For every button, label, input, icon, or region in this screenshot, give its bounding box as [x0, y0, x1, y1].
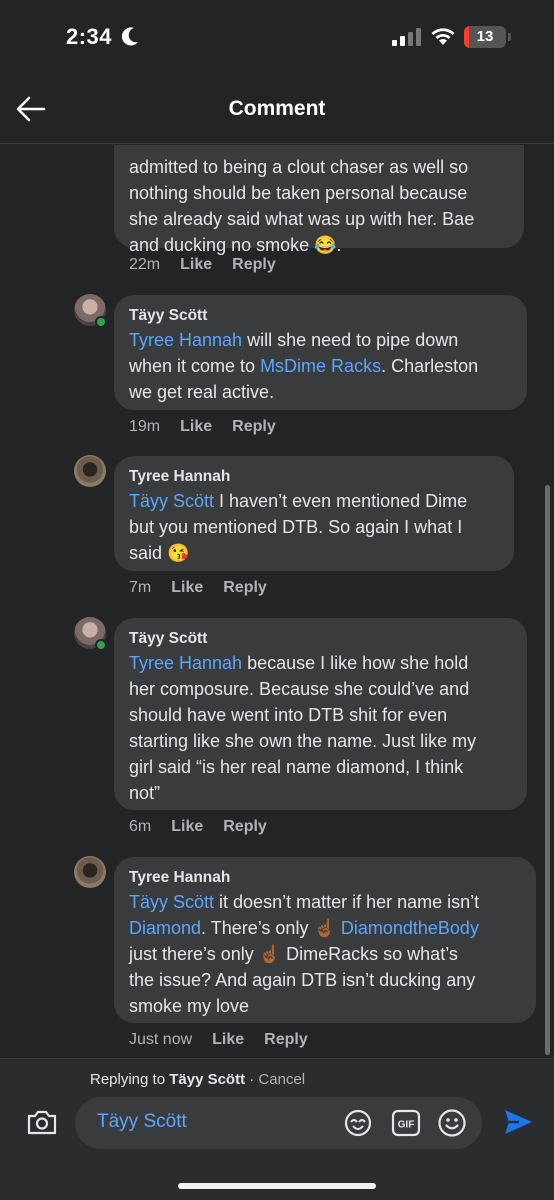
comment-text: will she need to pipe down	[242, 330, 459, 350]
comment-text-line: and ducking no smoke 😂.	[129, 235, 342, 255]
comment-text: . There’s only ☝🏾	[201, 918, 341, 938]
comment-author[interactable]: Tyree Hannah	[129, 867, 521, 889]
comment-text-line: but you mentioned DTB. So again I what I	[129, 517, 463, 537]
comment-text-line: her composure. Because she could’ve and	[129, 679, 470, 699]
svg-text:GIF: GIF	[398, 1120, 415, 1131]
header: Comment	[0, 72, 554, 144]
battery-percent: 13	[476, 28, 494, 45]
comment-actions: 19m Like Reply	[129, 418, 276, 436]
comment-text: I haven’t even mentioned Dime	[214, 491, 468, 511]
status-bar: 2:34 13	[0, 0, 554, 72]
comment-text-line: Tyree Hannah will she need to pipe down	[129, 327, 512, 353]
comment-text-line: girl said “is her real name diamond, I t…	[129, 757, 464, 777]
comment-text-line: admitted to being a clout chaser as well…	[129, 157, 469, 177]
mention-link[interactable]: Tyree Hannah	[129, 653, 242, 673]
avatar-sticker-icon[interactable]	[343, 1108, 373, 1138]
avatar[interactable]	[74, 856, 106, 888]
moon-icon	[122, 27, 138, 46]
replying-to-name: Täyy Scött	[169, 1071, 246, 1088]
cellular-signal-icon	[392, 28, 421, 46]
comment-actions: Just now Like Reply	[129, 1031, 308, 1049]
comment-text-line: just there’s only ☝🏾 DimeRacks so what’s	[129, 944, 458, 964]
comment-text-line: smoke my love	[129, 996, 250, 1016]
comment-text-line: Täyy Scött it doesn’t matter if her name…	[129, 889, 521, 915]
comment-text-line: not”	[129, 783, 161, 803]
comment-text: because I like how she hold	[242, 653, 469, 673]
comment-text-line: she already said what was up with her. B…	[129, 209, 475, 229]
scrollbar[interactable]	[545, 485, 550, 1055]
like-button[interactable]: Like	[171, 818, 203, 836]
comment-text-line: Tyree Hannah because I like how she hold	[129, 650, 512, 676]
comment-input[interactable]: Täyy Scött GIF	[75, 1097, 482, 1149]
comment-timestamp: Just now	[129, 1031, 193, 1048]
online-status-dot	[95, 316, 107, 328]
comment-timestamp: 6m	[129, 818, 152, 835]
comment-text-line: said 😘	[129, 543, 190, 563]
comment-text: when it come to	[129, 356, 261, 376]
cancel-reply-button[interactable]: Cancel	[258, 1071, 305, 1088]
like-button[interactable]: Like	[180, 418, 212, 436]
comment-actions: 22m Like Reply	[129, 256, 276, 274]
separator: ·	[245, 1071, 259, 1088]
comment-author[interactable]: Täyy Scött	[129, 305, 512, 327]
wifi-icon	[431, 28, 455, 45]
comment-timestamp: 19m	[129, 418, 161, 435]
avatar[interactable]	[74, 455, 106, 487]
comment-text: it doesn’t matter if her name isn’t	[214, 892, 480, 912]
clock: 2:34	[66, 24, 113, 49]
replying-label: Replying to	[90, 1071, 170, 1088]
comment-bubble[interactable]: Täyy Scött Tyree Hannah because I like h…	[114, 618, 527, 810]
like-button[interactable]: Like	[180, 256, 212, 274]
comment-text-line: Täyy Scött I haven’t even mentioned Dime	[129, 488, 499, 514]
mention-link[interactable]: Täyy Scött	[129, 892, 214, 912]
like-button[interactable]: Like	[212, 1031, 244, 1049]
camera-icon[interactable]	[26, 1107, 58, 1137]
reply-button[interactable]: Reply	[223, 579, 267, 597]
emoji-icon[interactable]	[437, 1108, 467, 1138]
comment-bubble[interactable]: Tyree Hannah Täyy Scött I haven’t even m…	[114, 456, 514, 571]
comment-text: . Charleston	[381, 356, 479, 376]
comment-timestamp: 7m	[129, 579, 152, 596]
home-indicator[interactable]	[178, 1183, 376, 1189]
send-icon[interactable]	[502, 1107, 534, 1137]
comment-input-value: Täyy Scött	[97, 1111, 187, 1132]
comment-text-line: Diamond. There’s only ☝🏾 DiamondtheBody	[129, 915, 521, 941]
comment-feed[interactable]: admitted to being a clout chaser as well…	[0, 145, 554, 1057]
battery-indicator: 13	[464, 26, 506, 48]
page-title: Comment	[228, 97, 326, 120]
comment-text-line: when it come to MsDime Racks. Charleston	[129, 353, 512, 379]
comment-actions: 7m Like Reply	[129, 579, 267, 597]
mention-link[interactable]: Täyy Scött	[129, 491, 214, 511]
comment-author[interactable]: Täyy Scött	[129, 628, 512, 650]
reply-button[interactable]: Reply	[232, 418, 276, 436]
comment-text-line: starting like she own the name. Just lik…	[129, 731, 477, 751]
mention-link[interactable]: MsDime Racks	[260, 356, 381, 376]
online-status-dot	[95, 639, 107, 651]
comment-text-line: the issue? And again DTB isn’t ducking a…	[129, 970, 476, 990]
mention-link[interactable]: DiamondtheBody	[341, 918, 479, 938]
mention-link[interactable]: Diamond	[129, 918, 201, 938]
battery-cap	[508, 33, 511, 41]
mention-link[interactable]: Tyree Hannah	[129, 330, 242, 350]
comment-text-line: should have went into DTB shit for even	[129, 705, 448, 725]
comment-timestamp: 22m	[129, 256, 161, 273]
like-button[interactable]: Like	[171, 579, 203, 597]
comment-bubble[interactable]: Täyy Scött Tyree Hannah will she need to…	[114, 295, 527, 410]
comment-bubble[interactable]: admitted to being a clout chaser as well…	[114, 145, 524, 255]
comment-actions: 6m Like Reply	[129, 818, 267, 836]
reply-button[interactable]: Reply	[264, 1031, 308, 1049]
comment-bubble[interactable]: Tyree Hannah Täyy Scött it doesn’t matte…	[114, 857, 536, 1023]
reply-button[interactable]: Reply	[223, 818, 267, 836]
reply-composer: Replying to Täyy Scött · Cancel Täyy Scö…	[0, 1058, 554, 1200]
comment-text-line: we get real active.	[129, 382, 275, 402]
comment-author[interactable]: Tyree Hannah	[129, 466, 499, 488]
replying-to-banner: Replying to Täyy Scött · Cancel	[90, 1071, 305, 1088]
gif-icon[interactable]: GIF	[391, 1108, 421, 1138]
reply-button[interactable]: Reply	[232, 256, 276, 274]
comment-text-line: nothing should be taken personal because	[129, 183, 468, 203]
